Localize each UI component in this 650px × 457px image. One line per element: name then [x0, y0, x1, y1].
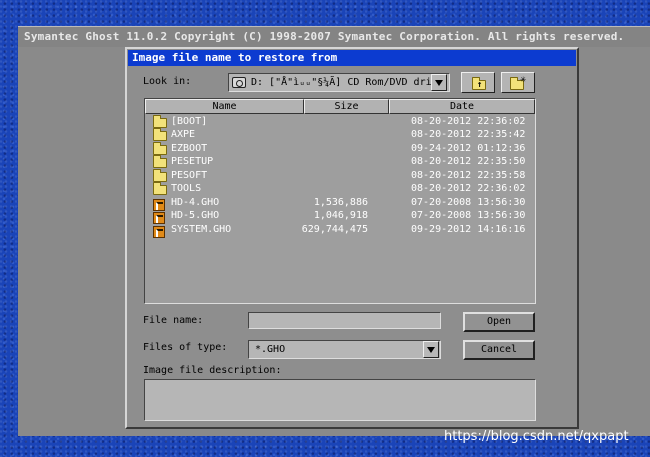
file-date: 08-20-2012 22:35:58 — [411, 170, 526, 181]
column-header-name[interactable]: Name — [145, 99, 304, 114]
up-one-level-button[interactable]: ↑ — [461, 72, 495, 93]
file-row[interactable]: PESOFT 08-20-2012 22:35:58 — [145, 169, 535, 183]
file-row[interactable]: PESETUP 08-20-2012 22:35:50 — [145, 155, 535, 169]
file-date: 08-20-2012 22:36:02 — [411, 116, 526, 127]
restore-image-dialog: Image file name to restore from Look in:… — [125, 47, 579, 429]
description-label: Image file description: — [143, 365, 282, 376]
file-size: 629,744,475 — [301, 224, 368, 235]
new-folder-button[interactable]: ✳ — [501, 72, 535, 93]
files-of-type-dropdown-button[interactable] — [423, 341, 439, 358]
look-in-value: D: ["Å"ìᵤᵤ"§¼Ã] CD Rom/DVD drive — [251, 77, 444, 88]
file-date: 09-29-2012 14:16:16 — [411, 224, 526, 235]
folder-icon — [153, 128, 167, 141]
folder-icon — [153, 182, 167, 195]
up-one-level-icon: ↑ — [472, 77, 486, 90]
look-in-combo[interactable]: D: ["Å"ìᵤᵤ"§¼Ã] CD Rom/DVD drive — [228, 73, 450, 92]
file-row[interactable]: EZBOOT 09-24-2012 01:12:36 — [145, 142, 535, 156]
file-name-label: File name: — [143, 315, 204, 326]
look-in-dropdown-button[interactable] — [431, 74, 447, 91]
file-name: PESETUP — [171, 156, 214, 167]
description-box[interactable] — [144, 379, 536, 421]
ghost-image-icon — [153, 226, 165, 238]
folder-icon — [153, 115, 167, 128]
file-size: 1,536,886 — [313, 197, 368, 208]
cdrom-drive-icon — [232, 77, 246, 88]
file-date: 07-20-2008 13:56:30 — [411, 210, 526, 221]
file-name: EZBOOT — [171, 143, 208, 154]
new-folder-icon: ✳ — [510, 75, 526, 90]
file-size: 1,046,918 — [313, 210, 368, 221]
files-of-type-combo[interactable]: *.GHO — [248, 340, 441, 359]
file-row[interactable]: TOOLS 08-20-2012 22:36:02 — [145, 182, 535, 196]
cancel-button[interactable]: Cancel — [463, 340, 535, 360]
file-row[interactable]: HD-5.GHO 1,046,918 07-20-2008 13:56:30 — [145, 210, 535, 224]
folder-icon — [153, 155, 167, 168]
file-row[interactable]: HD-4.GHO 1,536,886 07-20-2008 13:56:30 — [145, 197, 535, 211]
file-name-input[interactable] — [248, 312, 441, 329]
folder-icon — [153, 169, 167, 182]
file-name: AXPE — [171, 129, 196, 140]
folder-icon — [153, 142, 167, 155]
file-date: 08-20-2012 22:35:50 — [411, 156, 526, 167]
open-button[interactable]: Open — [463, 312, 535, 332]
file-date: 08-20-2012 22:35:42 — [411, 129, 526, 140]
file-date: 09-24-2012 01:12:36 — [411, 143, 526, 154]
file-name: HD-5.GHO — [171, 210, 220, 221]
title-bar: Symantec Ghost 11.0.2 Copyright (C) 1998… — [18, 26, 650, 47]
file-date: 08-20-2012 22:36:02 — [411, 183, 526, 194]
file-name: SYSTEM.GHO — [171, 224, 232, 235]
ghost-image-icon — [153, 212, 165, 224]
file-date: 07-20-2008 13:56:30 — [411, 197, 526, 208]
column-header-size[interactable]: Size — [304, 99, 389, 114]
file-name: HD-4.GHO — [171, 197, 220, 208]
files-of-type-value: *.GHO — [255, 344, 286, 355]
file-name: PESOFT — [171, 170, 208, 181]
title-bar-text: Symantec Ghost 11.0.2 Copyright (C) 1998… — [24, 30, 625, 43]
file-name: [BOOT] — [171, 116, 208, 127]
column-header-date[interactable]: Date — [389, 99, 535, 114]
dialog-title: Image file name to restore from — [128, 50, 576, 66]
file-row[interactable]: AXPE 08-20-2012 22:35:42 — [145, 128, 535, 142]
look-in-label: Look in: — [143, 76, 192, 87]
file-row[interactable]: SYSTEM.GHO 629,744,475 09-29-2012 14:16:… — [145, 224, 535, 238]
watermark: https://blog.csdn.net/qxpapt — [444, 429, 629, 444]
file-list[interactable]: Name Size Date [BOOT] 08-20-2012 22:36:0… — [144, 98, 536, 304]
file-name: TOOLS — [171, 183, 202, 194]
files-of-type-label: Files of type: — [143, 342, 228, 353]
file-row[interactable]: [BOOT] 08-20-2012 22:36:02 — [145, 115, 535, 129]
